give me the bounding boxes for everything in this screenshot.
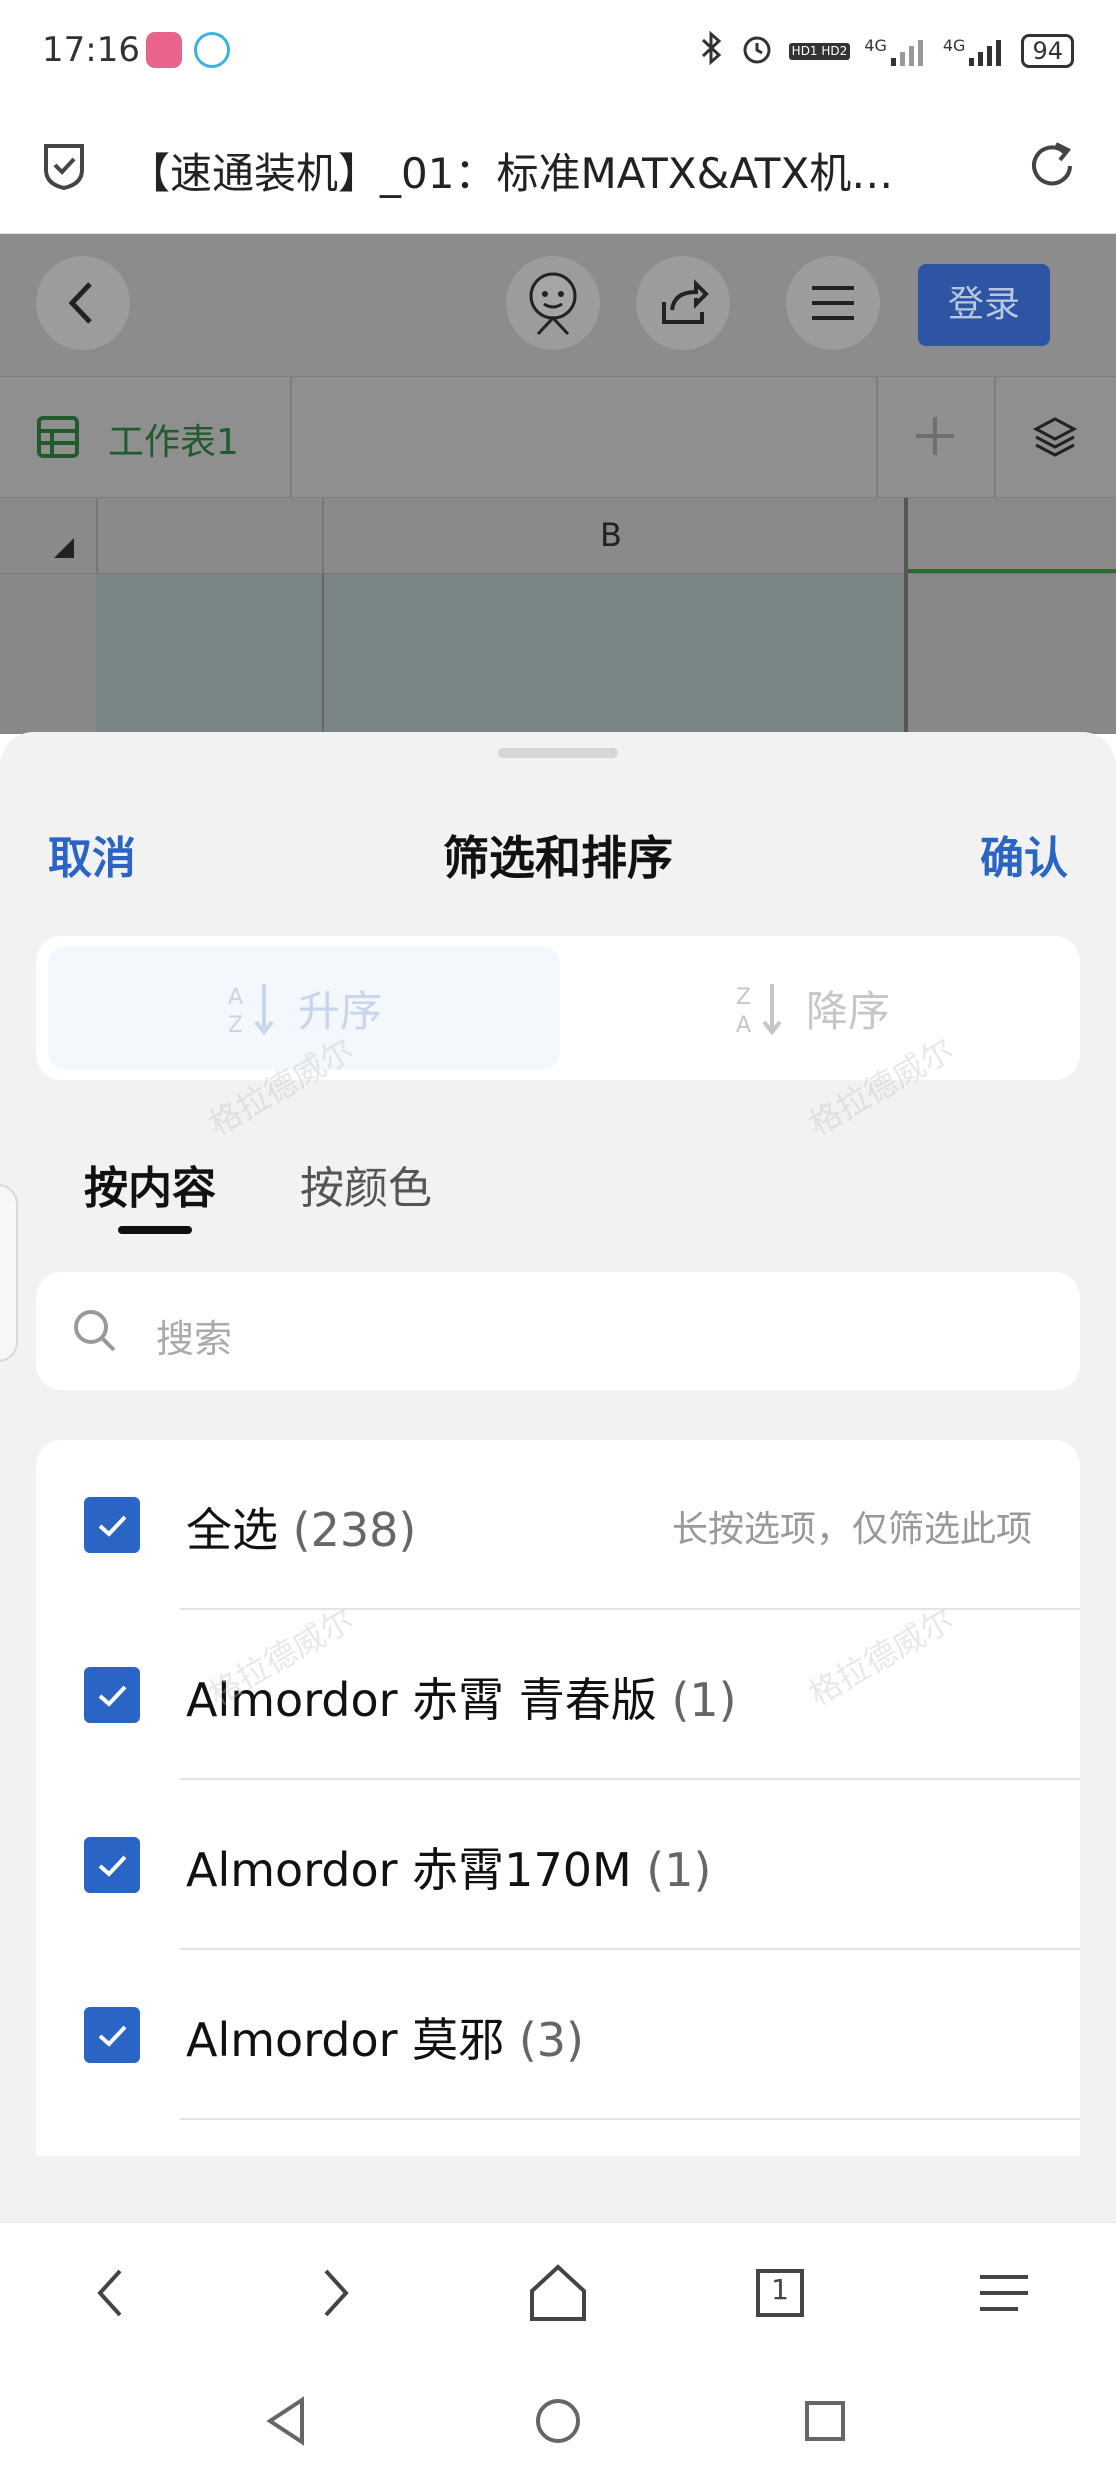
chevron-left-icon: [68, 282, 92, 324]
long-press-hint: 长按选项，仅筛选此项: [671, 1509, 1032, 1550]
column-header-b[interactable]: B: [600, 516, 622, 554]
add-sheet-icon[interactable]: [912, 413, 958, 463]
list-item[interactable]: Almordor 赤霄170M (1): [36, 1780, 1080, 1950]
alarm-icon: [739, 30, 775, 72]
login-button[interactable]: 登录: [918, 264, 1050, 346]
drag-handle[interactable]: [498, 748, 618, 758]
sort-ascending-icon: AZ: [228, 984, 274, 1036]
svg-text:Z: Z: [228, 1013, 243, 1036]
svg-text:A: A: [736, 1013, 751, 1036]
list-item-count: (238): [292, 1503, 417, 1557]
menu-button[interactable]: [786, 256, 880, 350]
tab-by-content[interactable]: 按内容: [84, 1152, 216, 1216]
active-tab-indicator: [118, 1226, 192, 1234]
search-icon: [74, 1310, 116, 1352]
search-input[interactable]: 搜索: [36, 1272, 1080, 1390]
app-notification-icon-2: [194, 32, 230, 68]
cell-grid: [0, 574, 1116, 734]
share-button[interactable]: [636, 256, 730, 350]
select-all-corner-icon[interactable]: [52, 536, 76, 560]
confirm-button[interactable]: 确认: [980, 822, 1068, 886]
share-icon: [662, 279, 709, 324]
search-placeholder: 搜索: [156, 1317, 233, 1361]
checkbox-checked-icon[interactable]: [84, 1667, 140, 1723]
nav-recents-icon[interactable]: [790, 2386, 860, 2456]
list-item-count: (3): [518, 2013, 584, 2067]
sheet-tab-bar: 工作表1: [0, 376, 1116, 499]
signal-icon: 4G: [864, 36, 929, 66]
edge-panel-handle[interactable]: [0, 1184, 18, 1362]
svg-text:Z: Z: [736, 985, 751, 1010]
home-icon[interactable]: [518, 2253, 598, 2333]
sheet-title: 筛选和排序: [443, 831, 673, 885]
back-button[interactable]: [36, 256, 130, 350]
browser-forward-icon[interactable]: [294, 2253, 374, 2333]
divider: [180, 2118, 1080, 2120]
browser-bottom-bar: 1: [0, 2222, 1116, 2362]
spreadsheet-app-background: 登录 工作表1 B: [0, 234, 1116, 734]
browser-title-bar: 【速通装机】_01：标准MATX&ATX机…: [0, 100, 1116, 234]
browser-back-icon[interactable]: [72, 2253, 152, 2333]
nav-home-icon[interactable]: [523, 2386, 593, 2456]
sort-descending-label: 降序: [805, 986, 890, 1036]
avatar[interactable]: [506, 256, 600, 350]
filter-sort-sheet: 取消 筛选和排序 确认 AZ 升序 ZA 降序 按内容 按颜色 搜索 全选 (2…: [0, 732, 1116, 2222]
tabs-button[interactable]: 1: [740, 2253, 820, 2333]
list-item-label: Almordor 赤霄170M: [186, 1843, 632, 1897]
refresh-icon[interactable]: [1026, 140, 1078, 196]
page-title: 【速通装机】_01：标准MATX&ATX机…: [128, 149, 894, 198]
signal-icon-2: 4G: [943, 36, 1008, 66]
svg-text:A: A: [228, 985, 243, 1010]
filter-value-list: 全选 (238) 长按选项，仅筛选此项 Almordor 赤霄 青春版 (1) …: [36, 1440, 1080, 2156]
browser-menu-icon[interactable]: [964, 2253, 1044, 2333]
checkbox-checked-icon[interactable]: [84, 2007, 140, 2063]
sheet-tab-active[interactable]: 工作表1: [108, 413, 239, 465]
shield-check-icon[interactable]: [40, 140, 88, 196]
sort-descending-button[interactable]: ZA 降序: [556, 946, 1068, 1070]
checkbox-checked-icon[interactable]: [84, 1837, 140, 1893]
network-type-label-2: 4G: [942, 36, 966, 55]
list-item-count: (1): [671, 1673, 737, 1727]
app-notification-icon: [146, 32, 182, 68]
list-item[interactable]: Almordor 莫邪 (3): [36, 1950, 1080, 2120]
hd-icon: HD1 HD2: [788, 42, 851, 60]
sheet-table-icon: [36, 415, 80, 463]
sort-descending-icon: ZA: [736, 984, 782, 1036]
list-item-label: 全选: [186, 1503, 278, 1557]
status-bar: 17:16 HD1 HD2 4G 4G 94: [0, 0, 1116, 100]
system-icons: HD1 HD2 4G 4G 94: [699, 30, 1074, 72]
battery-indicator: 94: [1021, 34, 1074, 68]
list-item-label: Almordor 莫邪: [186, 2013, 505, 2067]
system-navigation-bar: [0, 2362, 1116, 2480]
tab-by-color[interactable]: 按颜色: [300, 1152, 432, 1216]
nav-back-icon[interactable]: [252, 2386, 322, 2456]
list-item-select-all[interactable]: 全选 (238) 长按选项，仅筛选此项: [36, 1440, 1080, 1610]
list-item-count: (1): [646, 1843, 712, 1897]
column-header-row: B: [0, 498, 1116, 574]
layers-icon[interactable]: [1032, 415, 1078, 465]
hamburger-icon: [812, 286, 854, 320]
network-type-label: 4G: [864, 36, 887, 55]
bluetooth-icon: [699, 30, 725, 71]
checkbox-checked-icon[interactable]: [84, 1497, 140, 1553]
tab-count: 1: [771, 2273, 789, 2306]
status-time: 17:16: [42, 30, 140, 70]
